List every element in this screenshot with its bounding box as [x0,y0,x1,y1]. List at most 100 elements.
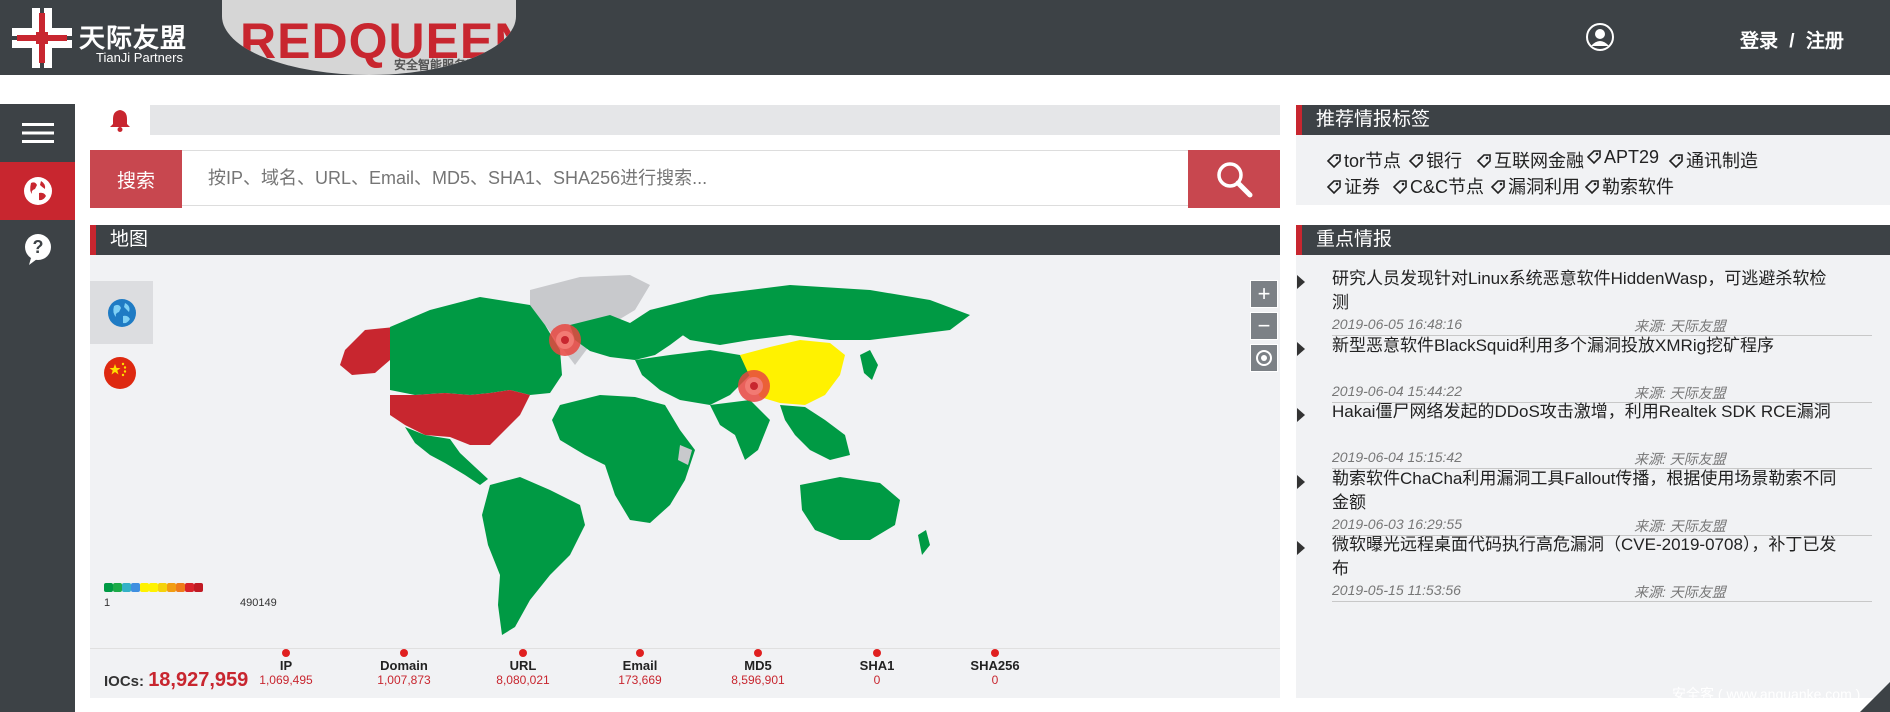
bullet-arrow-icon [1297,408,1305,422]
legend-swatch [158,583,167,592]
news-title-link[interactable]: 研究人员发现针对Linux系统恶意软件HiddenWasp，可逃避杀软检测 [1332,267,1842,315]
stat-label: MD5 [744,658,772,673]
legend-swatch [104,583,113,592]
news-title-link[interactable]: 微软曝光远程桌面代码执行高危漏洞（CVE-2019-0708），补丁已发布 [1332,533,1842,581]
stat-sha1[interactable]: SHA1 0 [827,649,927,687]
japan-region [860,350,878,380]
stat-sha256[interactable]: SHA256 0 [945,649,1045,687]
tag-item[interactable]: 互联网金融 [1476,147,1584,173]
stat-ip[interactable]: IP 1,069,495 [236,649,336,687]
zoom-out-button[interactable]: − [1250,312,1278,340]
news-title-link[interactable]: 勒索软件ChaCha利用漏洞工具Fallout传播，根据使用场景勒索不同金额 [1332,467,1842,515]
redqueen-brand[interactable]: REDQUEEN 安全智能服务平台 [222,0,516,75]
china-view-button[interactable] [102,355,138,391]
auth-separator: / [1789,31,1795,52]
svg-text:?: ? [32,237,43,257]
alaska-region [340,327,395,375]
legend-swatch [176,583,185,592]
ioc-total: IOCs: 18,927,959 [104,669,248,692]
tag-label: C&C节点 [1410,177,1485,197]
news-item[interactable]: 微软曝光远程桌面代码执行高危漏洞（CVE-2019-0708），补丁已发布 201… [1296,521,1890,602]
ioc-label: IOCs: [104,673,145,690]
stat-email[interactable]: Email 173,669 [590,649,690,687]
map-section-header: 地图 [90,225,1280,255]
stat-value: 1,007,873 [377,673,431,687]
search-input[interactable] [182,150,1188,206]
locate-button[interactable] [1250,344,1278,372]
sidebar-item-map[interactable] [0,162,75,220]
alert-bar [90,105,1280,135]
ioc-total-value: 18,927,959 [148,669,249,691]
news-section-header: 重点情报 [1296,225,1890,255]
tag-label: 互联网金融 [1494,151,1584,171]
brand-subtitle: 安全智能服务平台 [394,58,491,72]
stat-value: 8,080,021 [496,673,550,687]
world-view-button[interactable] [90,281,153,344]
register-link[interactable]: 注册 [1806,31,1844,52]
tag-label: APT29 [1604,147,1660,167]
attack-marker-europe[interactable] [549,324,581,356]
stat-url[interactable]: URL 8,080,021 [473,649,573,687]
map-title: 地图 [90,225,1280,255]
stat-dot [873,649,881,657]
bullet-arrow-icon [1297,541,1305,555]
news-panel: 研究人员发现针对Linux系统恶意软件HiddenWasp，可逃避杀软检测 201… [1296,255,1890,698]
search-button[interactable] [1188,150,1280,208]
stat-value: 0 [991,673,999,687]
top-navbar: 天际友盟 TianJi Partners REDQUEEN 安全智能服务平台 登… [0,0,1890,75]
central-asia-region [635,350,750,405]
user-avatar-icon[interactable] [1586,23,1614,51]
tags-section-header: 推荐情报标签 [1296,105,1890,135]
corner-decoration [1860,682,1890,712]
stat-value: 173,669 [618,673,662,687]
russia-region [650,285,970,345]
legend-swatch [131,583,140,592]
tag-item[interactable]: 证券 [1326,173,1380,199]
tag-item[interactable]: 漏洞利用 [1490,173,1580,199]
legend-swatch [167,583,176,592]
stat-value: 0 [873,673,881,687]
tag-item[interactable]: C&C节点 [1392,173,1484,199]
auth-links: 登录 / 注册 [1740,26,1844,53]
zoom-in-button[interactable]: + [1250,280,1278,308]
tags-title: 推荐情报标签 [1296,105,1890,135]
notification-bell[interactable] [90,105,150,135]
tag-item[interactable]: 银行 [1408,147,1462,173]
tag-item[interactable]: APT29 [1586,147,1659,168]
hamburger-menu-icon [21,123,54,143]
tag-item[interactable]: 勒索软件 [1584,173,1674,199]
tag-icon [1584,180,1599,195]
news-title-link[interactable]: 新型恶意软件BlackSquid利用多个漏洞投放XMRig挖矿程序 [1332,334,1842,358]
tianji-logo[interactable]: 天际友盟 TianJi Partners [12,8,202,68]
tag-label: tor节点 [1344,151,1402,171]
news-title-link[interactable]: Hakai僵尸网络发起的DDoS攻击激增，利用Realtek SDK RCE漏洞 [1332,400,1842,424]
ioc-stats: IOCs: 18,927,959 IP 1,069,495 Domain 1,007,… [90,648,1280,699]
legend-swatch [122,583,131,592]
legend-min: 1 [104,597,111,609]
left-sidebar: ? [0,104,75,712]
stat-value: 8,596,901 [731,673,785,687]
tag-item[interactable]: 通讯制造 [1668,147,1758,173]
login-link[interactable]: 登录 [1740,31,1778,52]
world-map[interactable] [90,255,1280,648]
search-bar: 搜索 [90,150,1280,208]
stat-dot [754,649,762,657]
tag-item[interactable]: tor节点 [1326,147,1401,173]
stat-dot [636,649,644,657]
news-divider [1332,601,1872,602]
stat-md5[interactable]: MD5 8,596,901 [708,649,808,687]
sidebar-item-help[interactable]: ? [0,220,75,278]
stat-domain[interactable]: Domain 1,007,873 [354,649,454,687]
stat-dot [400,649,408,657]
bullet-arrow-icon [1297,275,1305,289]
south-asia-region [710,400,770,460]
sidebar-menu-toggle[interactable] [0,104,75,162]
stat-label: Email [622,658,658,673]
tag-label: 漏洞利用 [1508,177,1580,197]
attack-marker-china[interactable] [738,370,770,402]
news-source: 来源: 天际友盟 [1634,584,1726,600]
tag-label: 勒索软件 [1602,177,1674,197]
tag-icon [1326,154,1341,169]
stat-value: 1,069,495 [259,673,313,687]
bullet-arrow-icon [1297,342,1305,356]
